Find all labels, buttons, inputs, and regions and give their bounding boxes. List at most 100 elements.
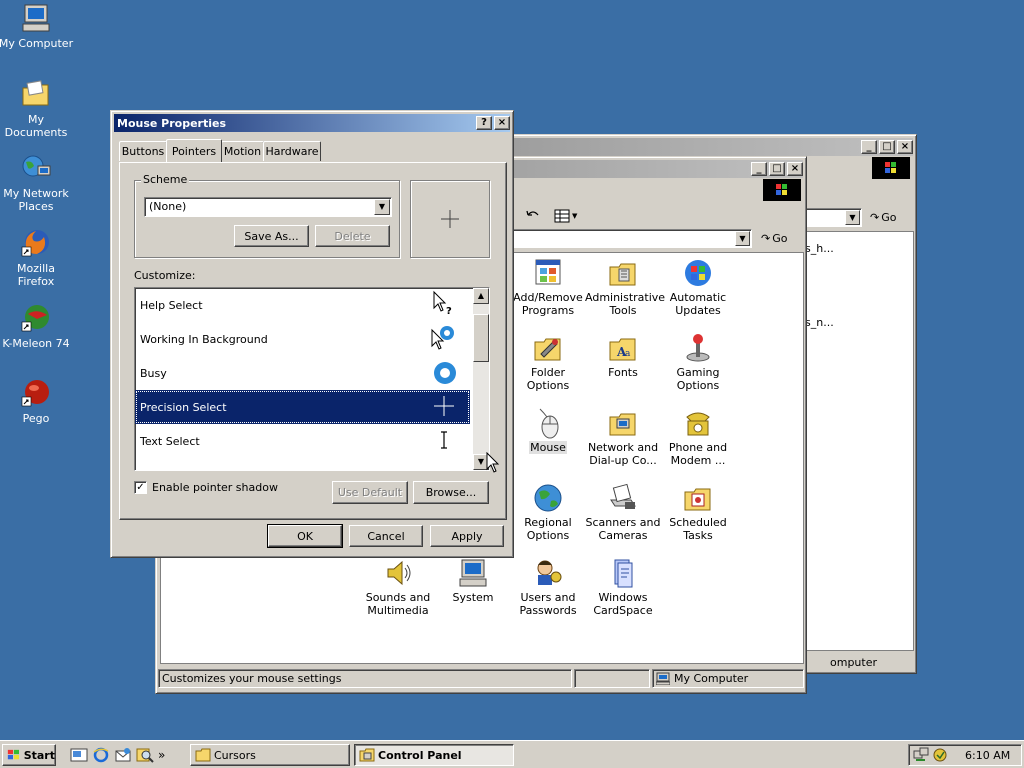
desktop-icon-network-places[interactable]: My Network Places bbox=[0, 152, 74, 213]
cursor-list[interactable]: Help Select ? Working In Background Busy bbox=[134, 287, 490, 471]
cursor-row-text-select[interactable]: Text Select bbox=[135, 424, 470, 458]
cp-item-phone-modem[interactable]: Phone and Modem ... bbox=[660, 407, 736, 467]
cp-item-regional-options[interactable]: Regional Options bbox=[510, 482, 586, 542]
cp-item-sounds-multimedia[interactable]: Sounds and Multimedia bbox=[360, 557, 436, 617]
desktop-icon-firefox[interactable]: Mozilla Firefox bbox=[0, 227, 74, 288]
internet-explorer-icon[interactable] bbox=[92, 747, 110, 763]
update-tray-icon[interactable] bbox=[932, 747, 948, 763]
scroll-up-button[interactable]: ▲ bbox=[473, 288, 489, 304]
scheme-value: (None) bbox=[149, 200, 187, 213]
cursor-row-label: Help Select bbox=[140, 298, 203, 312]
dropdown-arrow-icon[interactable]: ▼ bbox=[374, 199, 390, 215]
cp-item-users-passwords[interactable]: Users and Passwords bbox=[510, 557, 586, 617]
start-button[interactable]: Start bbox=[2, 744, 56, 766]
cp-item-gaming-options[interactable]: Gaming Options bbox=[660, 332, 736, 392]
tab-hardware[interactable]: Hardware bbox=[263, 141, 321, 161]
windows-flag-icon bbox=[7, 749, 19, 760]
browse-button[interactable]: Browse... bbox=[413, 481, 489, 504]
clock[interactable]: 6:10 AM bbox=[965, 749, 1010, 762]
cp-item-mouse[interactable]: Mouse bbox=[510, 407, 586, 454]
control-panel-go-button[interactable]: ↷ Go bbox=[761, 229, 801, 248]
cp-item-administrative-tools[interactable]: Administrative Tools bbox=[585, 257, 665, 317]
desktop-icon-my-computer[interactable]: My Computer bbox=[0, 2, 74, 50]
cp-item-network-dialup[interactable]: Network and Dial-up Co... bbox=[585, 407, 661, 467]
tab-motion[interactable]: Motion bbox=[221, 141, 264, 161]
go-arrow-icon: ↷ bbox=[761, 232, 771, 245]
taskbar-item-cursors[interactable]: Cursors bbox=[190, 744, 350, 766]
cursor-list-scrollbar[interactable]: ▲ ▼ bbox=[473, 288, 489, 470]
ok-button[interactable]: OK bbox=[267, 524, 343, 548]
save-as-button[interactable]: Save As... bbox=[234, 225, 309, 247]
taskbar-item-control-panel[interactable]: Control Panel bbox=[354, 744, 514, 766]
cp-item-add-remove-programs[interactable]: Add/Remove Programs bbox=[510, 257, 586, 317]
scheme-select[interactable]: (None) ▼ bbox=[144, 197, 392, 217]
checkbox-box[interactable]: ✓ bbox=[134, 481, 147, 494]
control-panel-address-combo[interactable]: ▼ bbox=[512, 229, 752, 248]
cp-item-scanners-cameras[interactable]: Scanners and Cameras bbox=[585, 482, 661, 542]
cp-item-label: Users and Passwords bbox=[519, 591, 577, 617]
status-text-pane: Customizes your mouse settings bbox=[158, 669, 572, 688]
delete-button[interactable]: Delete bbox=[315, 225, 390, 247]
desktop-icon-my-documents[interactable]: My Documents bbox=[0, 78, 74, 139]
file-name: s_n... bbox=[805, 316, 834, 329]
desktop-icon-pego[interactable]: Pego bbox=[0, 377, 74, 425]
cp-item-label: Regional Options bbox=[524, 516, 572, 542]
show-desktop-icon[interactable] bbox=[70, 747, 88, 763]
joystick-icon bbox=[686, 334, 710, 362]
cp-item-label: Add/Remove Programs bbox=[513, 291, 583, 317]
cp-item-label: Administrative Tools bbox=[585, 291, 666, 317]
tab-buttons[interactable]: Buttons bbox=[119, 141, 167, 161]
cp-item-windows-cardspace[interactable]: Windows CardSpace bbox=[585, 557, 661, 617]
scanner-icon bbox=[610, 483, 636, 509]
cursor-row-precision-select[interactable]: Precision Select bbox=[135, 390, 470, 424]
search-icon[interactable] bbox=[136, 747, 154, 763]
cp-item-system[interactable]: System bbox=[435, 557, 511, 604]
dropdown-arrow-icon[interactable]: ▼ bbox=[845, 210, 860, 225]
use-default-button[interactable]: Use Default bbox=[332, 481, 408, 504]
cursor-row-busy[interactable]: Busy bbox=[135, 356, 470, 390]
cursor-row-working-in-background[interactable]: Working In Background bbox=[135, 322, 470, 356]
cancel-button[interactable]: Cancel bbox=[349, 525, 423, 547]
minimize-button[interactable]: _ bbox=[751, 162, 767, 176]
apply-button[interactable]: Apply bbox=[430, 525, 504, 547]
cursor-row-help-select[interactable]: Help Select ? bbox=[135, 288, 470, 322]
file-item[interactable]: s_n... bbox=[805, 316, 834, 329]
mouse-properties-dialog[interactable]: Mouse Properties ? × Buttons Pointers Mo… bbox=[110, 110, 514, 558]
minimize-button[interactable]: _ bbox=[861, 140, 877, 154]
cp-item-label: Fonts bbox=[608, 366, 638, 379]
dropdown-arrow-icon[interactable]: ▼ bbox=[735, 231, 750, 246]
dialog-titlebar[interactable]: Mouse Properties ? × bbox=[114, 114, 510, 132]
scroll-thumb[interactable] bbox=[473, 314, 489, 362]
cp-item-folder-options[interactable]: Folder Options bbox=[510, 332, 586, 392]
quick-launch-chevron[interactable]: » bbox=[158, 748, 165, 762]
maximize-button[interactable]: □ bbox=[879, 140, 895, 154]
cp-item-automatic-updates[interactable]: Automatic Updates bbox=[660, 257, 736, 317]
cp-item-label: Scheduled Tasks bbox=[669, 516, 727, 542]
dialog-title: Mouse Properties bbox=[117, 116, 227, 130]
tab-pointers[interactable]: Pointers bbox=[166, 139, 222, 162]
maximize-button[interactable]: □ bbox=[769, 162, 785, 176]
outlook-express-icon[interactable] bbox=[114, 747, 132, 763]
help-button[interactable]: ? bbox=[476, 116, 492, 130]
undo-button[interactable] bbox=[524, 207, 544, 225]
close-button[interactable]: × bbox=[897, 140, 913, 154]
svg-text:?: ? bbox=[446, 306, 452, 317]
views-button[interactable]: ▼ bbox=[554, 207, 584, 225]
busy-cursor-icon bbox=[434, 362, 456, 384]
start-label: Start bbox=[23, 748, 55, 762]
close-button[interactable]: × bbox=[494, 116, 510, 130]
network-tray-icon[interactable] bbox=[913, 747, 929, 763]
folder-icon bbox=[195, 748, 211, 762]
tab-label: Hardware bbox=[265, 145, 319, 158]
go-label: Go bbox=[772, 232, 788, 245]
pointer-shadow-checkbox[interactable]: ✓ Enable pointer shadow bbox=[134, 481, 278, 494]
globe-icon bbox=[534, 484, 562, 512]
file-item[interactable]: s_h... bbox=[805, 242, 834, 255]
close-button[interactable]: × bbox=[787, 162, 803, 176]
desktop-icon-label: My Documents bbox=[4, 113, 68, 139]
cp-item-fonts[interactable]: A a Fonts bbox=[585, 332, 661, 379]
cursors-go-button[interactable]: ↷ Go bbox=[870, 208, 910, 227]
windows-flag-icon bbox=[776, 184, 787, 195]
cp-item-scheduled-tasks[interactable]: Scheduled Tasks bbox=[660, 482, 736, 542]
desktop-icon-k-meleon[interactable]: K-Meleon 74 bbox=[0, 302, 74, 350]
